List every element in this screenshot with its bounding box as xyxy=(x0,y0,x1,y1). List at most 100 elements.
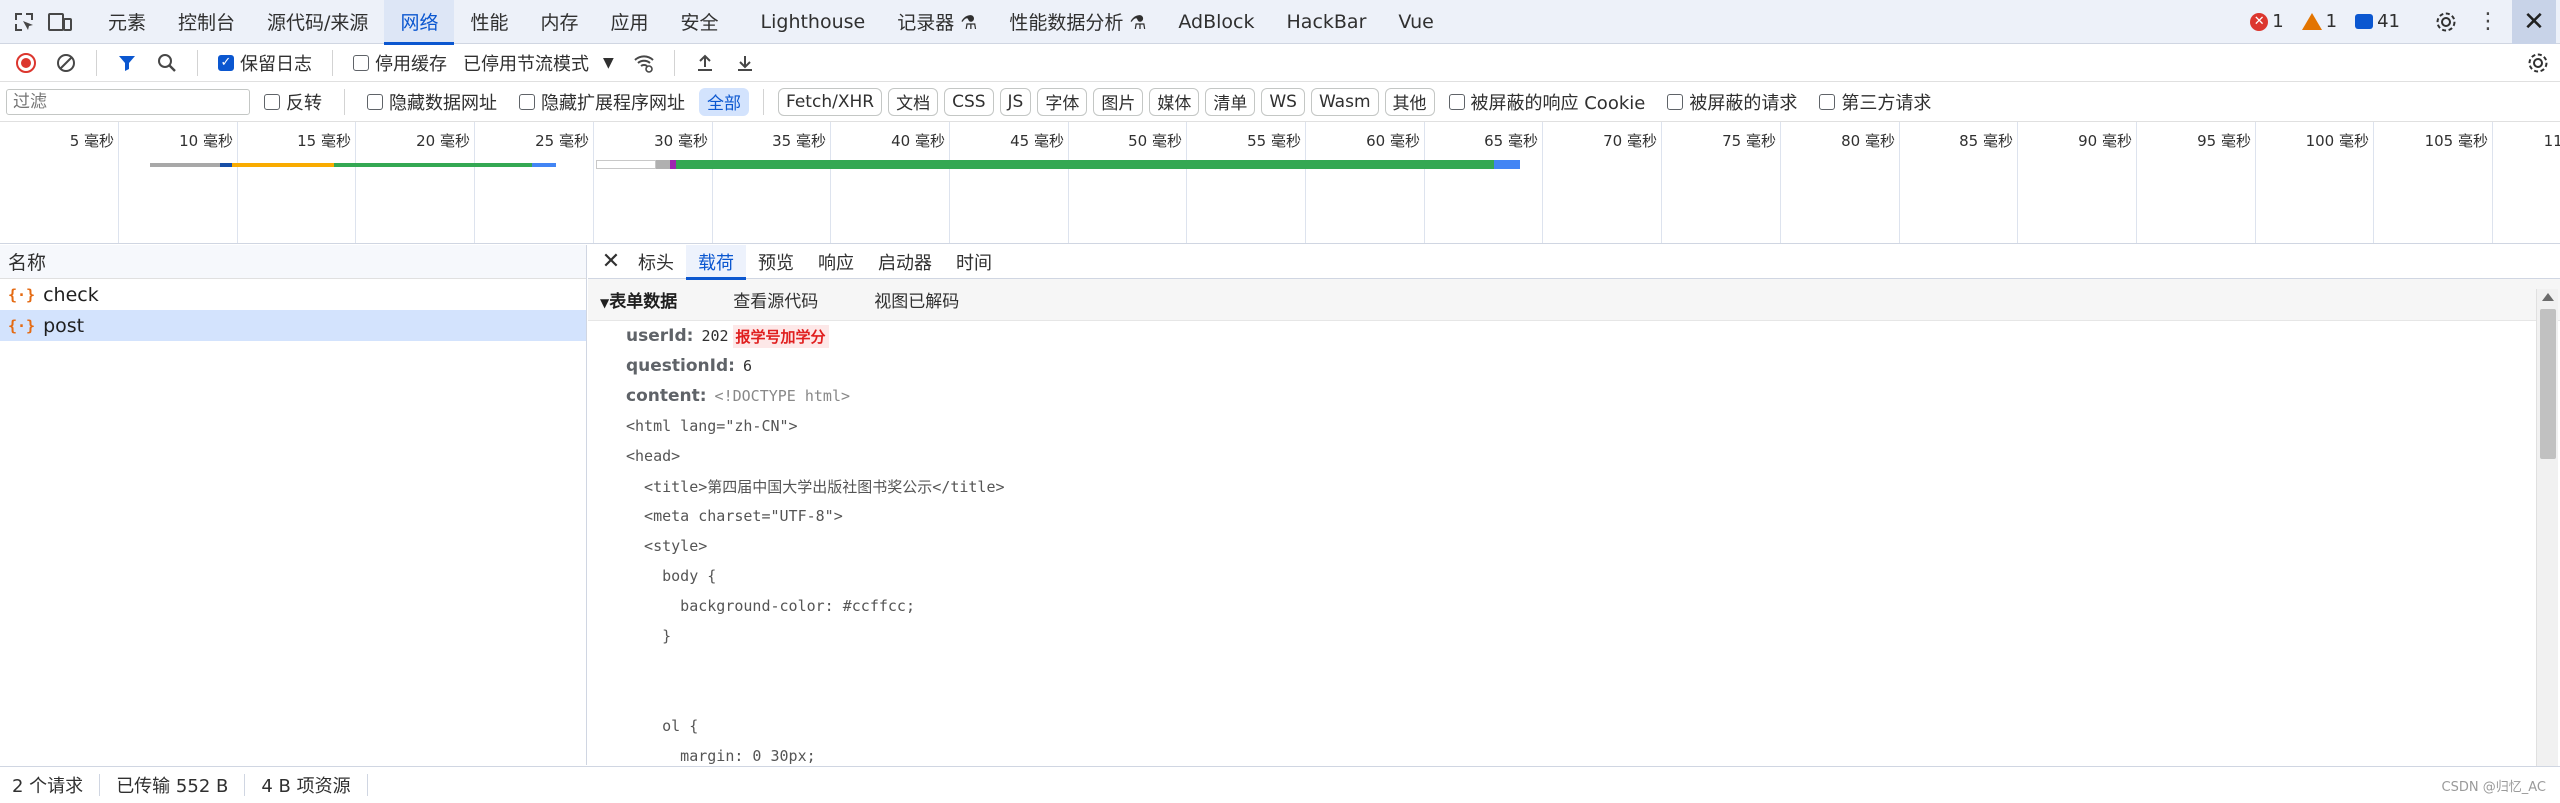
type-filter-js[interactable]: JS xyxy=(999,87,1032,116)
type-filter-img[interactable]: 图片 xyxy=(1093,87,1144,116)
tab-hackbar[interactable]: HackBar xyxy=(1271,0,1383,44)
filter-icon[interactable] xyxy=(109,45,145,81)
code-line: body { xyxy=(626,567,717,585)
timeline-gridline xyxy=(2136,122,2137,243)
invert-checkbox[interactable]: 反转 xyxy=(264,89,322,115)
tab-recorder[interactable]: 记录器 ⚗ xyxy=(881,0,993,44)
type-filter-fetch-xhr[interactable]: Fetch/XHR xyxy=(778,87,883,116)
checkbox-box xyxy=(367,93,383,110)
more-options-icon[interactable]: ⋮ xyxy=(2470,4,2506,40)
tab-performance[interactable]: 性能 xyxy=(454,0,524,44)
tab-vue[interactable]: Vue xyxy=(1382,0,1449,44)
device-toolbar-icon[interactable] xyxy=(42,4,78,40)
stop-recording-icon[interactable] xyxy=(8,45,44,81)
type-filter-font[interactable]: 字体 xyxy=(1037,87,1088,116)
type-filter-wasm[interactable]: Wasm xyxy=(1310,87,1379,116)
filter-input[interactable] xyxy=(6,88,250,115)
view-source-link[interactable]: 查看源代码 xyxy=(733,287,818,312)
type-filter-ws[interactable]: WS xyxy=(1261,87,1305,116)
timeline-gridline xyxy=(2373,122,2374,243)
disable-cache-label: 停用缓存 xyxy=(375,53,447,75)
scroll-up-icon[interactable] xyxy=(2542,293,2554,301)
hide-data-urls-label: 隐藏数据网址 xyxy=(389,92,497,114)
form-data-toggle[interactable]: ▼表单数据 xyxy=(600,287,677,312)
network-conditions-icon[interactable] xyxy=(626,45,662,81)
request-row-post[interactable]: {·} post xyxy=(0,310,586,341)
tab-preview[interactable]: 预览 xyxy=(746,245,806,279)
request-list: 名称 {·} check {·} post xyxy=(0,245,587,765)
close-detail-icon[interactable]: ✕ xyxy=(596,249,626,274)
field-key: userId: xyxy=(626,326,694,346)
view-decoded-link[interactable]: 视图已解码 xyxy=(874,287,959,312)
tab-security[interactable]: 安全 xyxy=(665,0,735,44)
code-line: margin: 0 30px; xyxy=(626,747,816,765)
timeline-bar xyxy=(232,163,334,167)
tab-elements[interactable]: 元素 xyxy=(92,0,162,44)
blocked-requests-checkbox[interactable]: 被屏蔽的请求 xyxy=(1667,89,1797,115)
tab-headers[interactable]: 标头 xyxy=(626,245,686,279)
warning-count-badge[interactable]: 1 xyxy=(2296,11,2343,32)
settings-gear-icon[interactable] xyxy=(2428,4,2464,40)
timeline-tick-label: 5 毫秒 xyxy=(69,132,114,150)
checkmark-icon: ✓ xyxy=(218,54,234,71)
watermark: CSDN @归忆_AC xyxy=(2441,780,2546,795)
checkbox-box xyxy=(264,93,280,110)
hide-extension-urls-label: 隐藏扩展程序网址 xyxy=(541,92,685,114)
type-filter-other[interactable]: 其他 xyxy=(1384,87,1435,116)
tab-network[interactable]: 网络 xyxy=(384,0,455,45)
tab-payload[interactable]: 载荷 xyxy=(686,244,746,280)
tab-performance-insights[interactable]: 性能数据分析 ⚗ xyxy=(993,0,1162,44)
tab-memory[interactable]: 内存 xyxy=(524,0,594,44)
network-settings-gear-icon[interactable] xyxy=(2520,45,2556,81)
type-filter-css[interactable]: CSS xyxy=(944,87,994,116)
checkbox-box xyxy=(519,93,535,110)
export-har-icon[interactable] xyxy=(727,45,763,81)
import-har-icon[interactable] xyxy=(687,45,723,81)
tab-timing[interactable]: 时间 xyxy=(944,245,1004,279)
detail-scrollbar[interactable] xyxy=(2536,289,2558,803)
inspect-element-icon[interactable] xyxy=(6,4,42,40)
timeline-bar xyxy=(334,163,532,167)
type-filter-media[interactable]: 媒体 xyxy=(1149,87,1200,116)
hide-data-urls-checkbox[interactable]: 隐藏数据网址 xyxy=(367,89,497,115)
tab-application[interactable]: 应用 xyxy=(594,0,664,44)
request-row-check[interactable]: {·} check xyxy=(0,279,586,310)
third-party-checkbox[interactable]: 第三方请求 xyxy=(1819,89,1931,115)
network-overview-timeline[interactable]: 5 毫秒 10 毫秒 15 毫秒 20 毫秒 25 毫秒 30 毫秒 35 毫秒 40 毫秒 4… xyxy=(0,122,2560,244)
throttling-select[interactable]: 已停用节流模式 ▼ xyxy=(463,50,614,76)
message-count: 41 xyxy=(2377,11,2400,32)
timeline-gridline xyxy=(1305,122,1306,243)
blocked-cookies-checkbox[interactable]: 被屏蔽的响应 Cookie xyxy=(1448,89,1645,115)
transferred-size: 已传输 552 B xyxy=(116,774,246,797)
field-value: 202 xyxy=(701,327,729,345)
name-column-header[interactable]: 名称 xyxy=(0,245,586,279)
error-count-badge[interactable]: ✕ 1 xyxy=(2244,11,2289,32)
form-field-questionid: questionId: 6 xyxy=(626,351,2538,381)
timeline-tick-label: 105 毫秒 xyxy=(2424,132,2488,150)
scrollbar-thumb[interactable] xyxy=(2540,309,2556,459)
hide-extension-urls-checkbox[interactable]: 隐藏扩展程序网址 xyxy=(519,89,685,115)
disable-cache-checkbox[interactable]: 停用缓存 xyxy=(353,50,447,76)
tab-lighthouse[interactable]: Lighthouse xyxy=(745,0,882,44)
third-party-label: 第三方请求 xyxy=(1841,92,1932,114)
timeline-tick-label: 60 毫秒 xyxy=(1366,132,1420,150)
type-filter-all[interactable]: 全部 xyxy=(699,87,749,116)
type-filter-manifest[interactable]: 清单 xyxy=(1205,87,1256,116)
type-filter-doc[interactable]: 文档 xyxy=(888,87,939,116)
tab-initiator[interactable]: 启动器 xyxy=(866,245,944,279)
clear-icon[interactable] xyxy=(48,45,84,81)
close-devtools-icon[interactable]: ✕ xyxy=(2512,0,2556,44)
search-icon[interactable] xyxy=(149,45,185,81)
message-count-badge[interactable]: 41 xyxy=(2349,11,2406,32)
timeline-tick-label: 20 毫秒 xyxy=(416,132,470,150)
timeline-bar xyxy=(676,160,1494,169)
tab-response[interactable]: 响应 xyxy=(806,245,866,279)
preserve-log-checkbox[interactable]: ✓ 保留日志 xyxy=(218,50,312,76)
tab-sources[interactable]: 源代码/来源 xyxy=(251,0,384,44)
code-line: <html lang="zh-CN"> xyxy=(626,417,798,435)
tab-adblock[interactable]: AdBlock xyxy=(1162,0,1270,44)
timeline-tick-label: 30 毫秒 xyxy=(654,132,708,150)
tab-console[interactable]: 控制台 xyxy=(162,0,251,44)
code-line: } xyxy=(626,627,672,645)
checkbox-box xyxy=(1448,93,1465,110)
